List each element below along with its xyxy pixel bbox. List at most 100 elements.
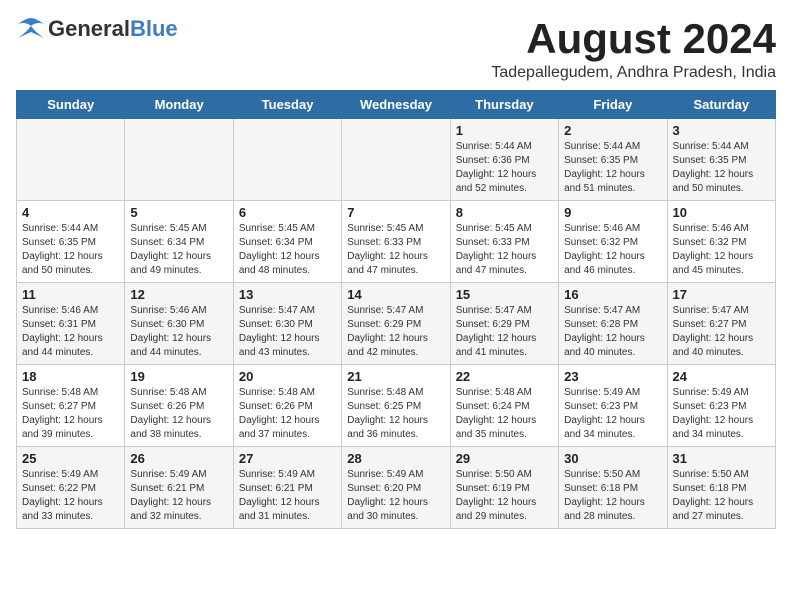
day-detail: Sunrise: 5:44 AM Sunset: 6:35 PM Dayligh… xyxy=(22,222,119,278)
day-number: 1 xyxy=(456,123,553,138)
title-area: August 2024 Tadepallegudem, Andhra Prade… xyxy=(491,16,776,82)
day-number: 14 xyxy=(347,287,444,302)
calendar-cell xyxy=(125,119,233,201)
day-number: 20 xyxy=(239,369,336,384)
day-number: 23 xyxy=(564,369,661,384)
calendar-cell: 21 Sunrise: 5:48 AM Sunset: 6:25 PM Dayli… xyxy=(342,365,450,447)
weekday-header-friday: Friday xyxy=(559,91,667,119)
day-number: 2 xyxy=(564,123,661,138)
calendar-cell xyxy=(17,119,125,201)
day-number: 21 xyxy=(347,369,444,384)
day-detail: Sunrise: 5:47 AM Sunset: 6:30 PM Dayligh… xyxy=(239,304,336,360)
day-detail: Sunrise: 5:47 AM Sunset: 6:27 PM Dayligh… xyxy=(673,304,770,360)
day-number: 6 xyxy=(239,205,336,220)
day-number: 9 xyxy=(564,205,661,220)
day-detail: Sunrise: 5:46 AM Sunset: 6:30 PM Dayligh… xyxy=(130,304,227,360)
weekday-header-tuesday: Tuesday xyxy=(233,91,341,119)
day-detail: Sunrise: 5:46 AM Sunset: 6:32 PM Dayligh… xyxy=(673,222,770,278)
calendar-cell: 9Sunrise: 5:46 AM Sunset: 6:32 PM Daylig… xyxy=(559,201,667,283)
day-number: 11 xyxy=(22,287,119,302)
calendar-cell: 23 Sunrise: 5:49 AM Sunset: 6:23 PM Dayli… xyxy=(559,365,667,447)
day-detail: Sunrise: 5:48 AM Sunset: 6:24 PM Dayligh… xyxy=(456,386,553,442)
day-detail: Sunrise: 5:49 AM Sunset: 6:21 PM Dayligh… xyxy=(130,468,227,524)
calendar-cell: 24 Sunrise: 5:49 AM Sunset: 6:23 PM Dayli… xyxy=(667,365,775,447)
day-detail: Sunrise: 5:47 AM Sunset: 6:29 PM Dayligh… xyxy=(347,304,444,360)
calendar-body: 1 Sunrise: 5:44 AM Sunset: 6:36 PM Daylig… xyxy=(17,119,776,529)
day-detail: Sunrise: 5:49 AM Sunset: 6:22 PM Dayligh… xyxy=(22,468,119,524)
day-detail: Sunrise: 5:46 AM Sunset: 6:31 PM Dayligh… xyxy=(22,304,119,360)
calendar-cell: 15 Sunrise: 5:47 AM Sunset: 6:29 PM Dayli… xyxy=(450,283,558,365)
day-number: 13 xyxy=(239,287,336,302)
calendar-cell: 13 Sunrise: 5:47 AM Sunset: 6:30 PM Dayli… xyxy=(233,283,341,365)
day-detail: Sunrise: 5:45 AM Sunset: 6:33 PM Dayligh… xyxy=(456,222,553,278)
day-number: 3 xyxy=(673,123,770,138)
calendar-cell: 12Sunrise: 5:46 AM Sunset: 6:30 PM Dayli… xyxy=(125,283,233,365)
location-title: Tadepallegudem, Andhra Pradesh, India xyxy=(491,64,776,82)
calendar-cell: 18Sunrise: 5:48 AM Sunset: 6:27 PM Dayli… xyxy=(17,365,125,447)
calendar-cell: 10 Sunrise: 5:46 AM Sunset: 6:32 PM Dayli… xyxy=(667,201,775,283)
calendar-cell: 28 Sunrise: 5:49 AM Sunset: 6:20 PM Dayli… xyxy=(342,447,450,529)
day-number: 19 xyxy=(130,369,227,384)
calendar-cell: 14 Sunrise: 5:47 AM Sunset: 6:29 PM Dayli… xyxy=(342,283,450,365)
calendar-cell: 30 Sunrise: 5:50 AM Sunset: 6:18 PM Dayli… xyxy=(559,447,667,529)
calendar-cell: 11 Sunrise: 5:46 AM Sunset: 6:31 PM Dayli… xyxy=(17,283,125,365)
day-detail: Sunrise: 5:49 AM Sunset: 6:23 PM Dayligh… xyxy=(564,386,661,442)
calendar-cell: 4Sunrise: 5:44 AM Sunset: 6:35 PM Daylig… xyxy=(17,201,125,283)
day-number: 28 xyxy=(347,451,444,466)
calendar-cell: 17 Sunrise: 5:47 AM Sunset: 6:27 PM Dayli… xyxy=(667,283,775,365)
calendar-cell: 3 Sunrise: 5:44 AM Sunset: 6:35 PM Daylig… xyxy=(667,119,775,201)
calendar-cell: 8Sunrise: 5:45 AM Sunset: 6:33 PM Daylig… xyxy=(450,201,558,283)
day-number: 15 xyxy=(456,287,553,302)
calendar-cell: 6Sunrise: 5:45 AM Sunset: 6:34 PM Daylig… xyxy=(233,201,341,283)
day-detail: Sunrise: 5:49 AM Sunset: 6:20 PM Dayligh… xyxy=(347,468,444,524)
weekday-header-monday: Monday xyxy=(125,91,233,119)
day-detail: Sunrise: 5:48 AM Sunset: 6:26 PM Dayligh… xyxy=(130,386,227,442)
day-number: 26 xyxy=(130,451,227,466)
day-detail: Sunrise: 5:48 AM Sunset: 6:26 PM Dayligh… xyxy=(239,386,336,442)
day-number: 5 xyxy=(130,205,227,220)
day-detail: Sunrise: 5:44 AM Sunset: 6:36 PM Dayligh… xyxy=(456,140,553,196)
logo: GeneralBlue xyxy=(16,16,178,42)
calendar-cell: 22 Sunrise: 5:48 AM Sunset: 6:24 PM Dayli… xyxy=(450,365,558,447)
calendar-cell: 25 Sunrise: 5:49 AM Sunset: 6:22 PM Dayli… xyxy=(17,447,125,529)
day-detail: Sunrise: 5:50 AM Sunset: 6:18 PM Dayligh… xyxy=(564,468,661,524)
logo-blue-text: Blue xyxy=(130,16,178,41)
day-number: 25 xyxy=(22,451,119,466)
calendar-cell: 1 Sunrise: 5:44 AM Sunset: 6:36 PM Daylig… xyxy=(450,119,558,201)
day-detail: Sunrise: 5:45 AM Sunset: 6:34 PM Dayligh… xyxy=(130,222,227,278)
day-detail: Sunrise: 5:45 AM Sunset: 6:33 PM Dayligh… xyxy=(347,222,444,278)
day-number: 30 xyxy=(564,451,661,466)
calendar-cell xyxy=(342,119,450,201)
day-detail: Sunrise: 5:49 AM Sunset: 6:21 PM Dayligh… xyxy=(239,468,336,524)
day-detail: Sunrise: 5:50 AM Sunset: 6:18 PM Dayligh… xyxy=(673,468,770,524)
day-number: 10 xyxy=(673,205,770,220)
day-number: 18 xyxy=(22,369,119,384)
day-detail: Sunrise: 5:44 AM Sunset: 6:35 PM Dayligh… xyxy=(673,140,770,196)
day-number: 29 xyxy=(456,451,553,466)
calendar-cell: 31Sunrise: 5:50 AM Sunset: 6:18 PM Dayli… xyxy=(667,447,775,529)
calendar-cell: 2 Sunrise: 5:44 AM Sunset: 6:35 PM Daylig… xyxy=(559,119,667,201)
day-number: 24 xyxy=(673,369,770,384)
day-number: 17 xyxy=(673,287,770,302)
day-detail: Sunrise: 5:47 AM Sunset: 6:29 PM Dayligh… xyxy=(456,304,553,360)
calendar-table: SundayMondayTuesdayWednesdayThursdayFrid… xyxy=(16,90,776,529)
calendar-cell: 16Sunrise: 5:47 AM Sunset: 6:28 PM Dayli… xyxy=(559,283,667,365)
week-row-2: 4Sunrise: 5:44 AM Sunset: 6:35 PM Daylig… xyxy=(17,201,776,283)
calendar-cell: 20 Sunrise: 5:48 AM Sunset: 6:26 PM Dayli… xyxy=(233,365,341,447)
day-detail: Sunrise: 5:47 AM Sunset: 6:28 PM Dayligh… xyxy=(564,304,661,360)
day-number: 22 xyxy=(456,369,553,384)
calendar-cell: 26 Sunrise: 5:49 AM Sunset: 6:21 PM Dayli… xyxy=(125,447,233,529)
calendar-cell: 5 Sunrise: 5:45 AM Sunset: 6:34 PM Daylig… xyxy=(125,201,233,283)
week-row-5: 25 Sunrise: 5:49 AM Sunset: 6:22 PM Dayli… xyxy=(17,447,776,529)
logo-bird-icon xyxy=(16,16,46,42)
day-detail: Sunrise: 5:50 AM Sunset: 6:19 PM Dayligh… xyxy=(456,468,553,524)
day-number: 7 xyxy=(347,205,444,220)
day-detail: Sunrise: 5:48 AM Sunset: 6:25 PM Dayligh… xyxy=(347,386,444,442)
weekday-header-row: SundayMondayTuesdayWednesdayThursdayFrid… xyxy=(17,91,776,119)
day-number: 27 xyxy=(239,451,336,466)
day-detail: Sunrise: 5:44 AM Sunset: 6:35 PM Dayligh… xyxy=(564,140,661,196)
calendar-cell xyxy=(233,119,341,201)
month-title: August 2024 xyxy=(491,16,776,62)
calendar-cell: 27 Sunrise: 5:49 AM Sunset: 6:21 PM Dayli… xyxy=(233,447,341,529)
day-detail: Sunrise: 5:49 AM Sunset: 6:23 PM Dayligh… xyxy=(673,386,770,442)
